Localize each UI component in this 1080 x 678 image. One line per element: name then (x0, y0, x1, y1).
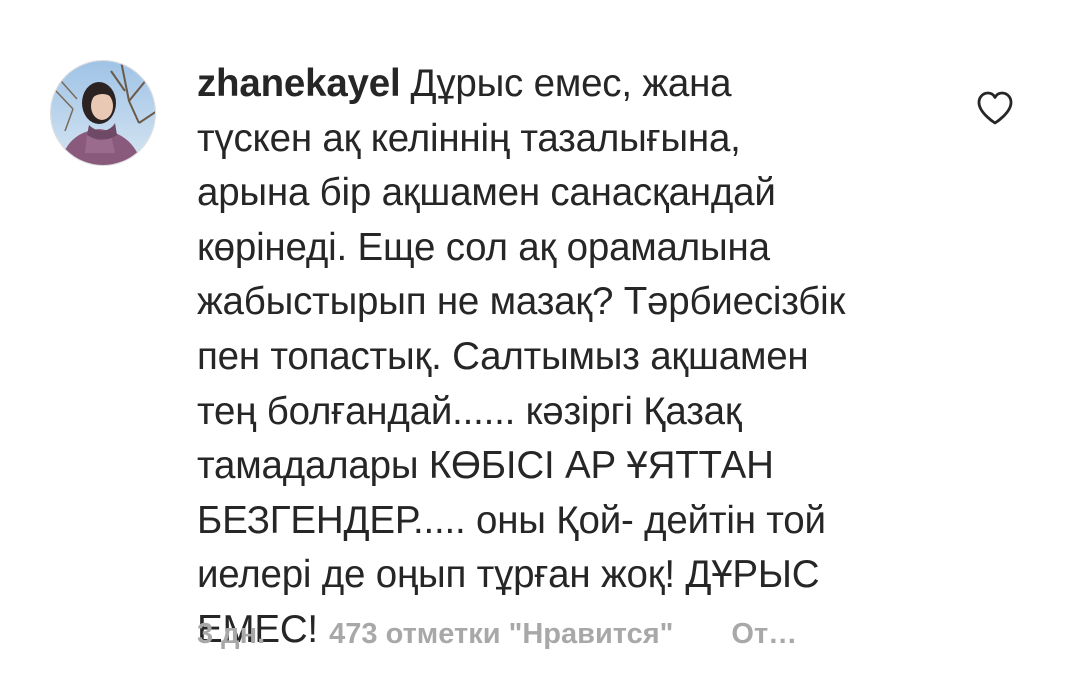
comment-meta: 3 дн. 473 отметки "Нравится" От… (197, 612, 797, 656)
heart-outline-icon (977, 91, 1013, 125)
like-button[interactable] (976, 90, 1014, 126)
avatar-photo (51, 61, 155, 165)
comment-text: Дұрыс емес, жана түскен ақ келіннің таза… (197, 62, 846, 651)
comment-username[interactable]: zhanekayel (197, 62, 401, 105)
comment: zhanekayel Дұрыс емес, жана түскен ақ кел… (0, 0, 1080, 678)
comment-time: 3 дн. (197, 617, 266, 650)
comment-body: zhanekayel Дұрыс емес, жана түскен ақ кел… (197, 57, 957, 658)
avatar[interactable] (50, 60, 156, 166)
likes-count[interactable]: 473 отметки "Нравится" (329, 618, 673, 651)
reply-button[interactable]: От… (731, 618, 797, 651)
